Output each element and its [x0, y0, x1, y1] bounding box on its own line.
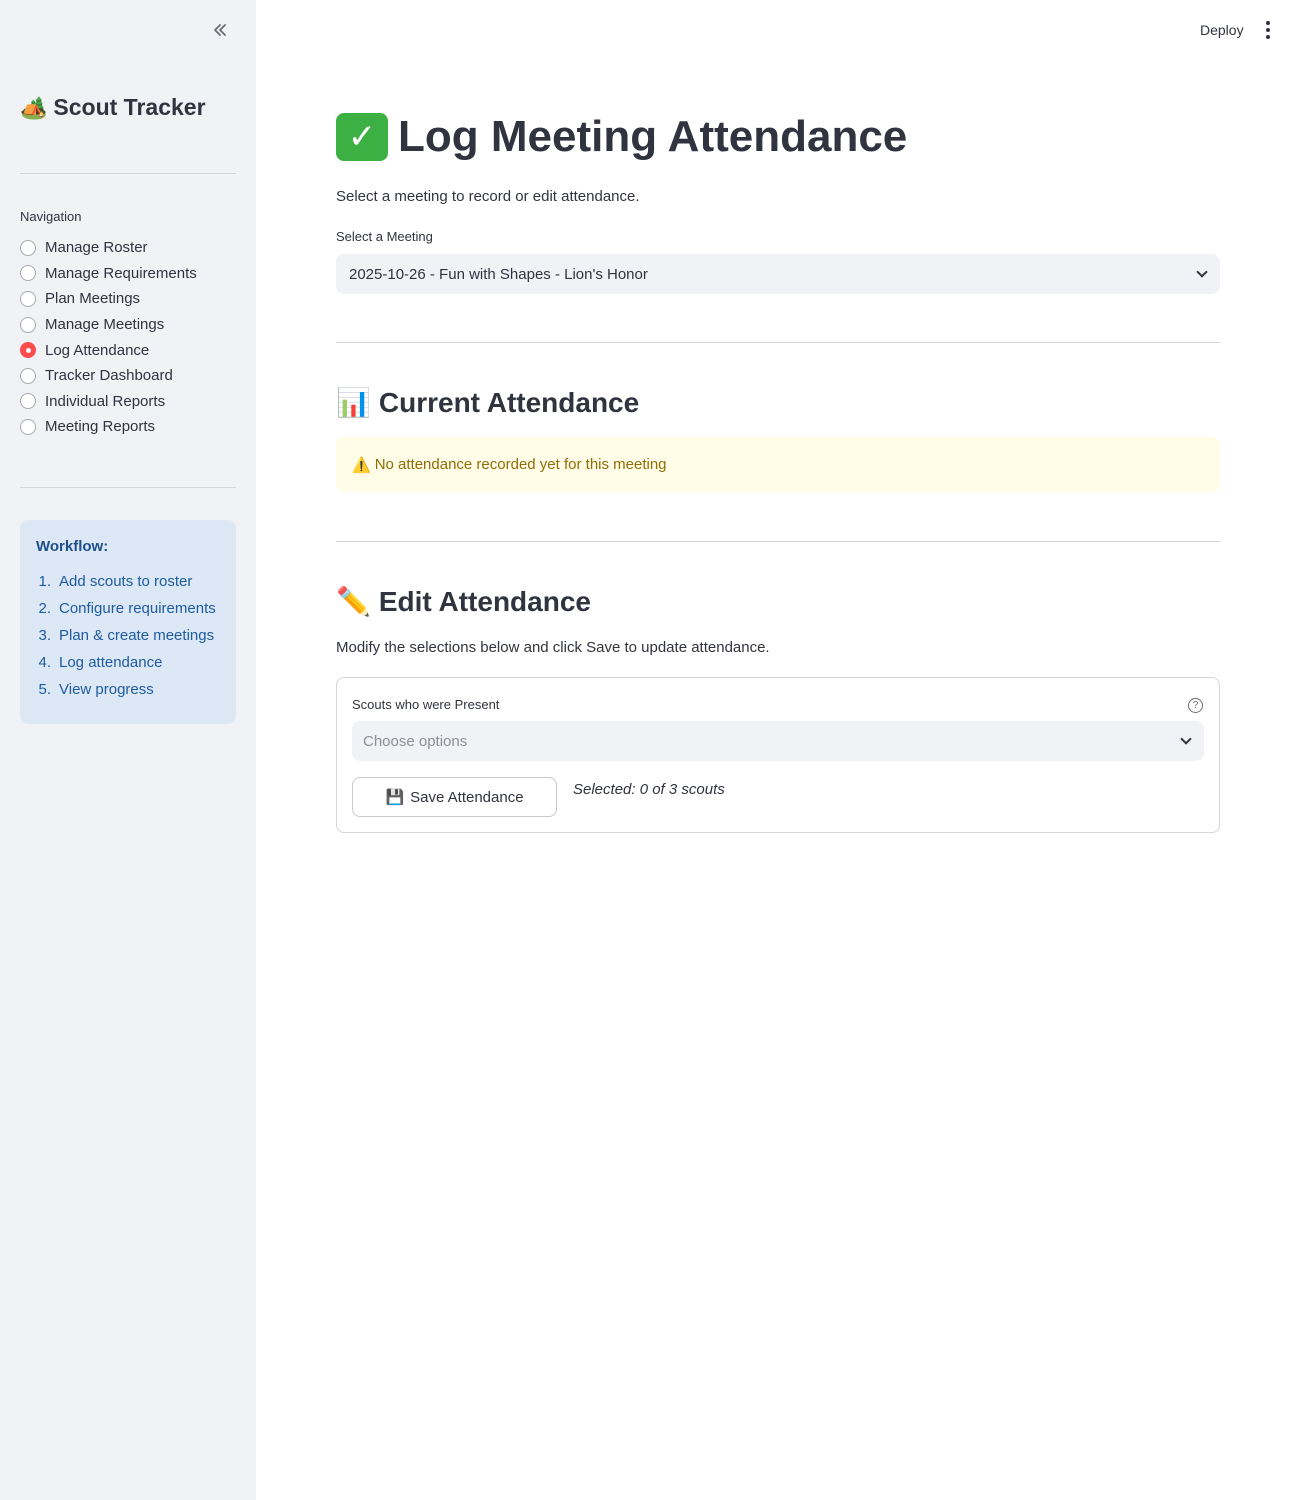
multiselect-placeholder: Choose options — [363, 732, 468, 750]
step-label: Configure requirements — [59, 600, 216, 617]
radio-icon[interactable] — [20, 418, 36, 435]
step-number: 1. — [38, 573, 51, 590]
meeting-select-label: Select a Meeting — [336, 229, 433, 244]
edit-attendance-heading: ✏️ Edit Attendance — [336, 585, 591, 618]
nav-item-label: Manage Requirements — [45, 264, 197, 282]
step-label: Log attendance — [59, 654, 163, 671]
workflow-title: Workflow: — [36, 538, 109, 555]
help-icon[interactable]: ? — [1188, 698, 1203, 713]
attendance-form: Scouts who were Present ? Choose options… — [336, 677, 1220, 833]
radio-icon[interactable] — [20, 316, 36, 333]
workflow-step: 5. View progress — [36, 681, 220, 708]
nav-item-plan-meetings[interactable]: Plan Meetings — [20, 286, 197, 312]
radio-icon[interactable] — [20, 393, 36, 410]
page-title-text: Log Meeting Attendance — [398, 112, 908, 161]
nav-item-meeting-reports[interactable]: Meeting Reports — [20, 414, 197, 440]
step-number: 4. — [38, 654, 51, 671]
app-title-text: Scout Tracker — [53, 94, 206, 120]
radio-selected-icon[interactable] — [20, 342, 36, 359]
sidebar-divider — [20, 487, 236, 488]
edit-attendance-description: Modify the selections below and click Sa… — [336, 639, 770, 656]
nav-item-label: Log Attendance — [45, 341, 150, 359]
chevron-down-icon — [1196, 266, 1208, 278]
workflow-step: 4. Log attendance — [36, 654, 220, 681]
nav-item-manage-meetings[interactable]: Manage Meetings — [20, 312, 197, 338]
save-attendance-button[interactable]: 💾 Save Attendance — [352, 777, 557, 817]
chevron-down-icon — [1180, 733, 1192, 745]
scouts-present-multiselect[interactable]: Choose options — [352, 721, 1204, 761]
warning-text: No attendance recorded yet for this meet… — [374, 456, 667, 473]
nav-item-label: Manage Meetings — [45, 316, 165, 334]
floppy-disk-icon: 💾 — [385, 789, 405, 806]
nav-item-label: Plan Meetings — [45, 290, 141, 308]
meeting-select-value: 2025-10-26 - Fun with Shapes - Lion's Ho… — [349, 265, 648, 283]
warning-alert: ⚠️ No attendance recorded yet for this m… — [336, 437, 1220, 492]
meeting-select[interactable]: 2025-10-26 - Fun with Shapes - Lion's Ho… — [336, 254, 1220, 294]
workflow-step: 1. Add scouts to roster — [36, 573, 220, 600]
double-chevron-left-icon — [214, 24, 226, 36]
edit-attendance-heading-text: Edit Attendance — [378, 585, 591, 617]
workflow-step: 2. Configure requirements — [36, 600, 220, 627]
workflow-info-box: Workflow: 1. Add scouts to roster 2. Con… — [20, 520, 236, 724]
camping-icon: 🏕️ — [20, 94, 48, 120]
nav-item-label: Manage Roster — [45, 239, 148, 257]
bar-chart-icon: 📊 — [336, 387, 371, 418]
nav-item-label: Individual Reports — [45, 392, 166, 410]
nav-label: Navigation — [20, 209, 82, 224]
nav-item-label: Tracker Dashboard — [45, 367, 173, 385]
step-label: Plan & create meetings — [59, 627, 215, 644]
nav-item-manage-roster[interactable]: Manage Roster — [20, 235, 197, 261]
app-title: 🏕️ Scout Tracker — [20, 94, 206, 121]
nav-item-label: Meeting Reports — [45, 418, 156, 436]
collapse-sidebar-button[interactable] — [204, 16, 236, 44]
workflow-step: 3. Plan & create meetings — [36, 627, 220, 654]
pencil-icon: ✏️ — [336, 586, 371, 617]
nav-item-manage-requirements[interactable]: Manage Requirements — [20, 261, 197, 287]
current-attendance-heading: 📊 Current Attendance — [336, 386, 639, 419]
step-number: 3. — [38, 627, 51, 644]
section-divider — [336, 541, 1220, 542]
page-title: ✓ Log Meeting Attendance — [336, 112, 907, 162]
selected-count-text: Selected: 0 of 3 scouts — [573, 781, 725, 798]
warning-icon: ⚠️ — [352, 456, 371, 474]
check-mark-icon: ✓ — [336, 113, 388, 161]
main-menu-icon[interactable] — [1258, 18, 1278, 42]
nav-item-tracker-dashboard[interactable]: Tracker Dashboard — [20, 363, 197, 389]
save-attendance-label: Save Attendance — [410, 788, 524, 806]
nav-item-log-attendance[interactable]: Log Attendance — [20, 337, 197, 363]
radio-icon[interactable] — [20, 290, 36, 307]
scouts-present-label: Scouts who were Present — [352, 697, 500, 712]
step-number: 2. — [38, 600, 51, 617]
step-label: View progress — [59, 681, 154, 698]
sidebar-divider — [20, 173, 236, 174]
step-number: 5. — [38, 681, 51, 698]
nav-radio-group: Manage Roster Manage Requirements Plan M… — [20, 235, 197, 440]
radio-icon[interactable] — [20, 239, 36, 256]
radio-icon[interactable] — [20, 265, 36, 282]
step-label: Add scouts to roster — [59, 573, 193, 590]
workflow-list: 1. Add scouts to roster 2. Configure req… — [36, 573, 220, 708]
current-attendance-heading-text: Current Attendance — [378, 386, 640, 418]
radio-icon[interactable] — [20, 367, 36, 384]
deploy-button[interactable]: Deploy — [1190, 20, 1254, 40]
sidebar: 🏕️ Scout Tracker Navigation Manage Roste… — [0, 0, 256, 1500]
page-subtitle: Select a meeting to record or edit atten… — [336, 188, 640, 205]
nav-item-individual-reports[interactable]: Individual Reports — [20, 389, 197, 415]
section-divider — [336, 342, 1220, 343]
